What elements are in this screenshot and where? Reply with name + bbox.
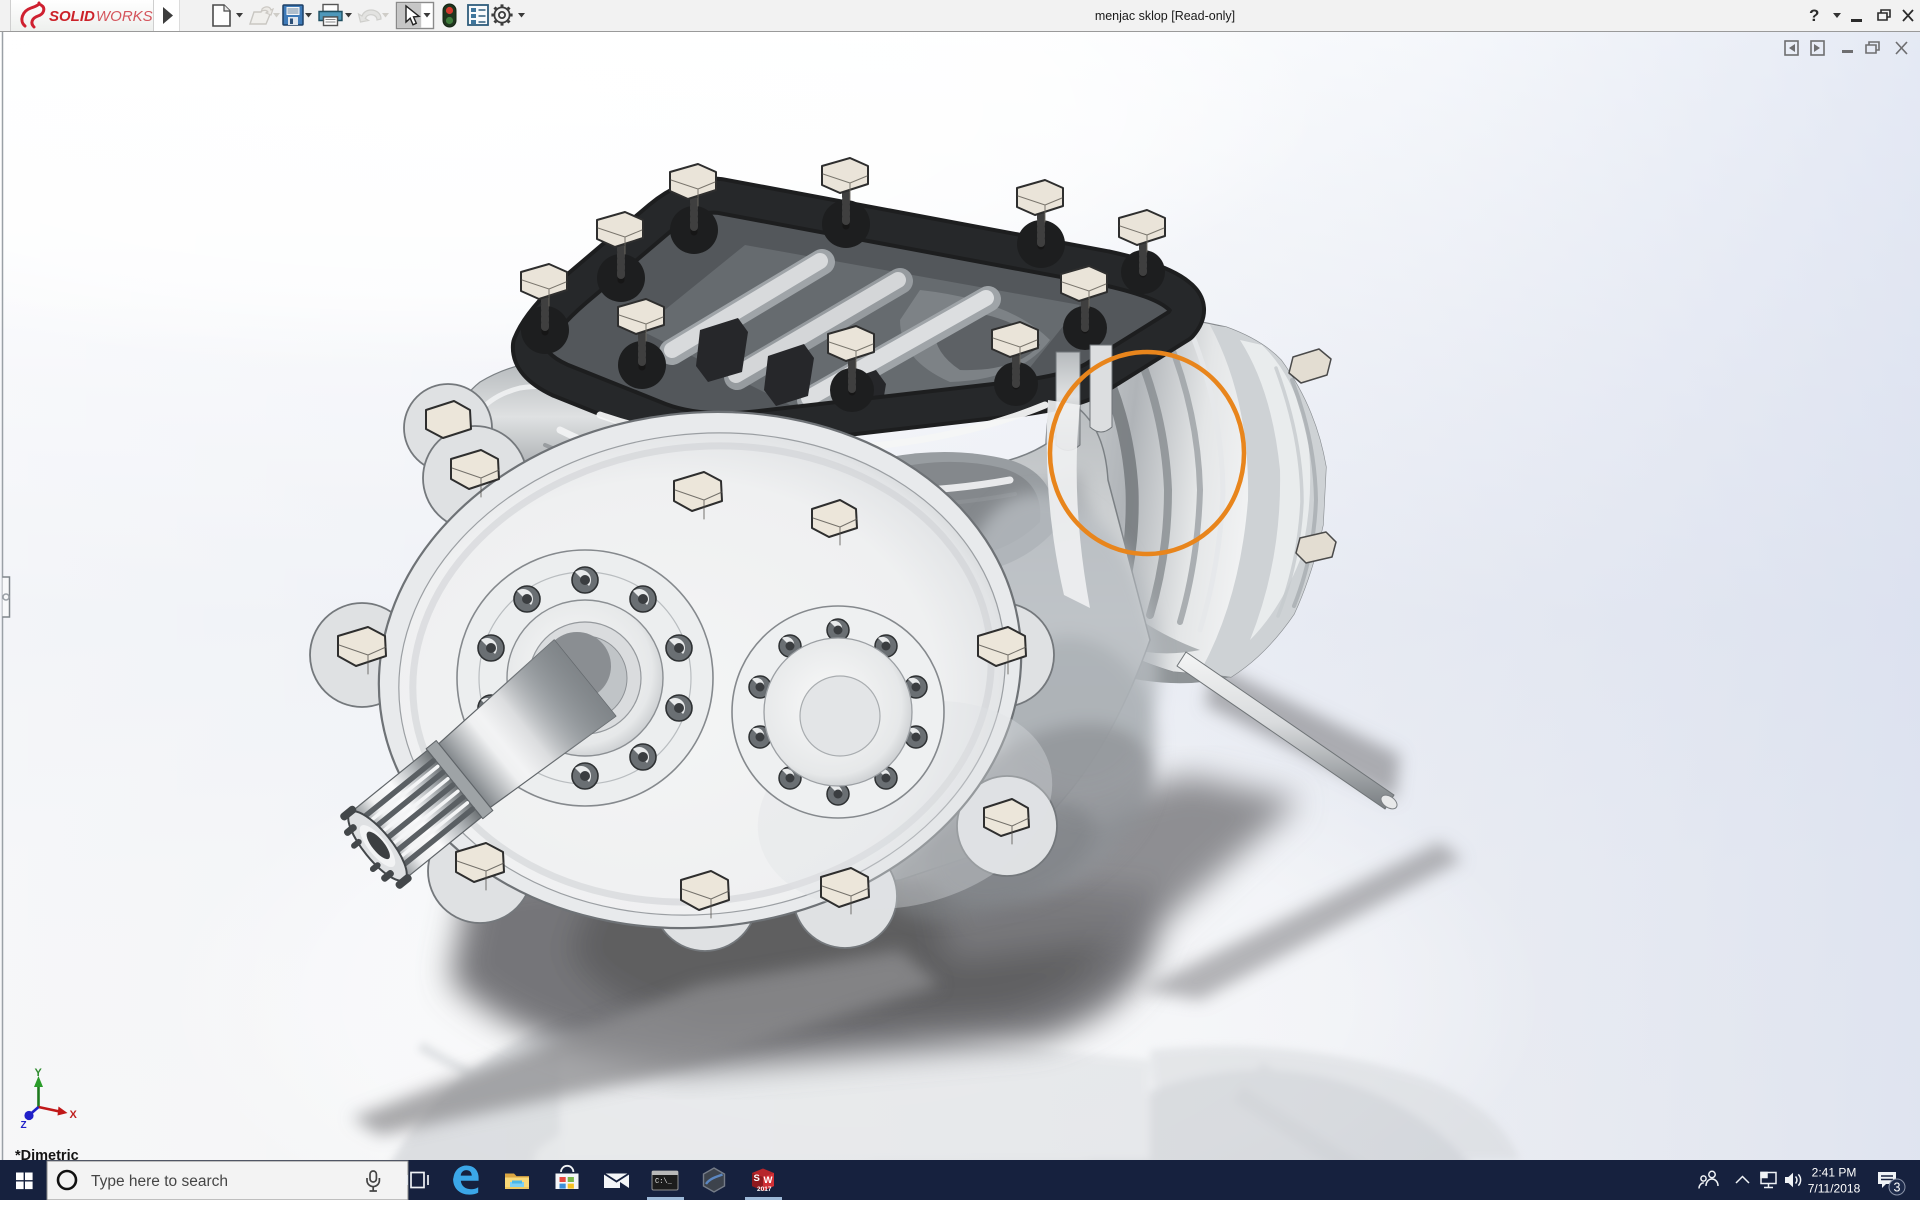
svg-text:W: W xyxy=(764,1175,773,1186)
svg-text:?: ? xyxy=(1809,6,1819,25)
svg-text:WORKS: WORKS xyxy=(96,8,153,25)
svg-text:7/11/2018: 7/11/2018 xyxy=(1808,1182,1861,1196)
svg-text:2017: 2017 xyxy=(757,1186,772,1193)
svg-text:*Dimetric: *Dimetric xyxy=(15,1148,79,1160)
svg-text:X: X xyxy=(70,1109,78,1121)
svg-text:C:\_: C:\_ xyxy=(655,1178,673,1186)
svg-text:Type here to search: Type here to search xyxy=(91,1173,228,1190)
svg-text:S: S xyxy=(754,1173,760,1184)
svg-text:Z: Z xyxy=(21,1120,27,1131)
svg-text:3: 3 xyxy=(1894,1181,1901,1195)
svg-text:SOLID: SOLID xyxy=(49,8,95,25)
svg-text:2:41 PM: 2:41 PM xyxy=(1812,1166,1857,1180)
